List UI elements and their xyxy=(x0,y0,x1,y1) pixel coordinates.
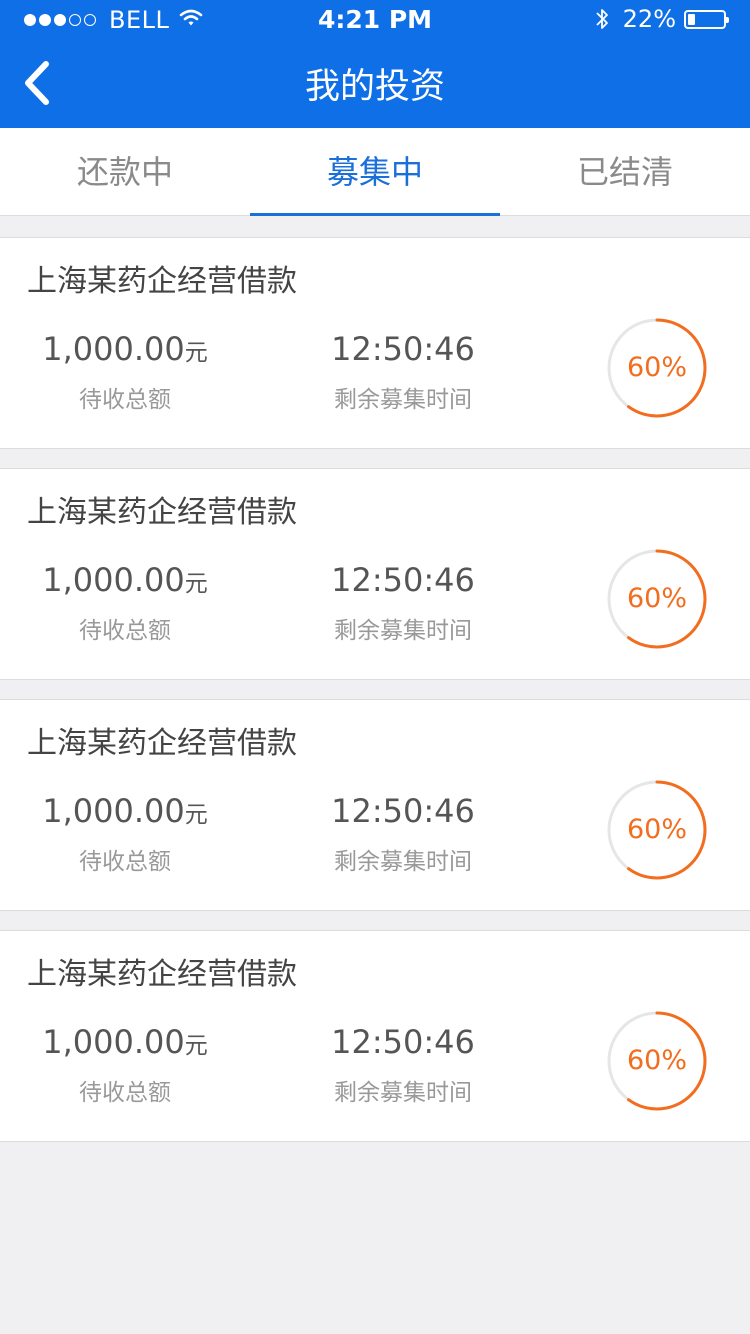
pending-amount-label: 待收总额 xyxy=(79,1080,171,1106)
remaining-time: 12:50:46 xyxy=(331,561,475,599)
amount-value: 1,000.00 xyxy=(42,561,185,599)
progress-ring: 60% xyxy=(606,779,708,881)
pending-amount-label: 待收总额 xyxy=(79,387,171,413)
progress-ring: 60% xyxy=(606,317,708,419)
page-title: 我的投资 xyxy=(304,67,445,107)
progress-ring: 60% xyxy=(606,548,708,650)
investment-card[interactable]: 上海某药企经营借款 1,000.00元 待收总额 12:50:46 剩余募集时间 60% xyxy=(0,930,750,1142)
amount-unit: 元 xyxy=(184,1033,208,1059)
investment-title: 上海某药企经营借款 xyxy=(27,264,297,299)
tab-bar: 还款中 募集中 已结清 xyxy=(0,128,750,216)
pending-amount: 1,000.00元 xyxy=(0,330,250,368)
pending-amount-label: 待收总额 xyxy=(79,849,171,875)
progress-percent: 60% xyxy=(626,814,687,845)
tab-settled[interactable]: 已结清 xyxy=(500,128,750,216)
amount-value: 1,000.00 xyxy=(42,330,185,368)
pending-amount-label: 待收总额 xyxy=(79,618,171,644)
remaining-time-label: 剩余募集时间 xyxy=(334,849,472,875)
pending-amount: 1,000.00元 xyxy=(0,561,250,599)
investment-title: 上海某药企经营借款 xyxy=(27,726,297,761)
tab-repaying[interactable]: 还款中 xyxy=(0,128,250,216)
progress-ring: 60% xyxy=(606,1010,708,1112)
active-tab-indicator xyxy=(250,213,500,216)
status-bar: BELL 4:21 PM 22% xyxy=(0,0,750,40)
header: BELL 4:21 PM 22% 我的投资 xyxy=(0,0,750,128)
remaining-time-label: 剩余募集时间 xyxy=(334,387,472,413)
remaining-time-label: 剩余募集时间 xyxy=(334,1080,472,1106)
pending-amount: 1,000.00元 xyxy=(0,792,250,830)
pending-amount: 1,000.00元 xyxy=(0,1023,250,1061)
amount-unit: 元 xyxy=(184,340,208,366)
progress-percent: 60% xyxy=(626,583,687,614)
investment-card[interactable]: 上海某药企经营借款 1,000.00元 待收总额 12:50:46 剩余募集时间 60% xyxy=(0,699,750,911)
investment-card[interactable]: 上海某药企经营借款 1,000.00元 待收总额 12:50:46 剩余募集时间 60% xyxy=(0,468,750,680)
progress-percent: 60% xyxy=(626,352,687,383)
progress-percent: 60% xyxy=(626,1045,687,1076)
investment-title: 上海某药企经营借款 xyxy=(27,957,297,992)
tab-raising[interactable]: 募集中 xyxy=(250,128,500,216)
battery-icon xyxy=(684,9,729,29)
amount-value: 1,000.00 xyxy=(42,792,185,830)
amount-unit: 元 xyxy=(184,571,208,597)
remaining-time: 12:50:46 xyxy=(331,1023,475,1061)
investment-title: 上海某药企经营借款 xyxy=(27,495,297,530)
remaining-time-label: 剩余募集时间 xyxy=(334,618,472,644)
amount-value: 1,000.00 xyxy=(42,1023,185,1061)
investment-card[interactable]: 上海某药企经营借款 1,000.00元 待收总额 12:50:46 剩余募集时间 60% xyxy=(0,237,750,449)
bluetooth-icon xyxy=(595,6,609,32)
remaining-time: 12:50:46 xyxy=(331,330,475,368)
battery-percent: 22% xyxy=(622,5,676,33)
remaining-time: 12:50:46 xyxy=(331,792,475,830)
amount-unit: 元 xyxy=(184,802,208,828)
